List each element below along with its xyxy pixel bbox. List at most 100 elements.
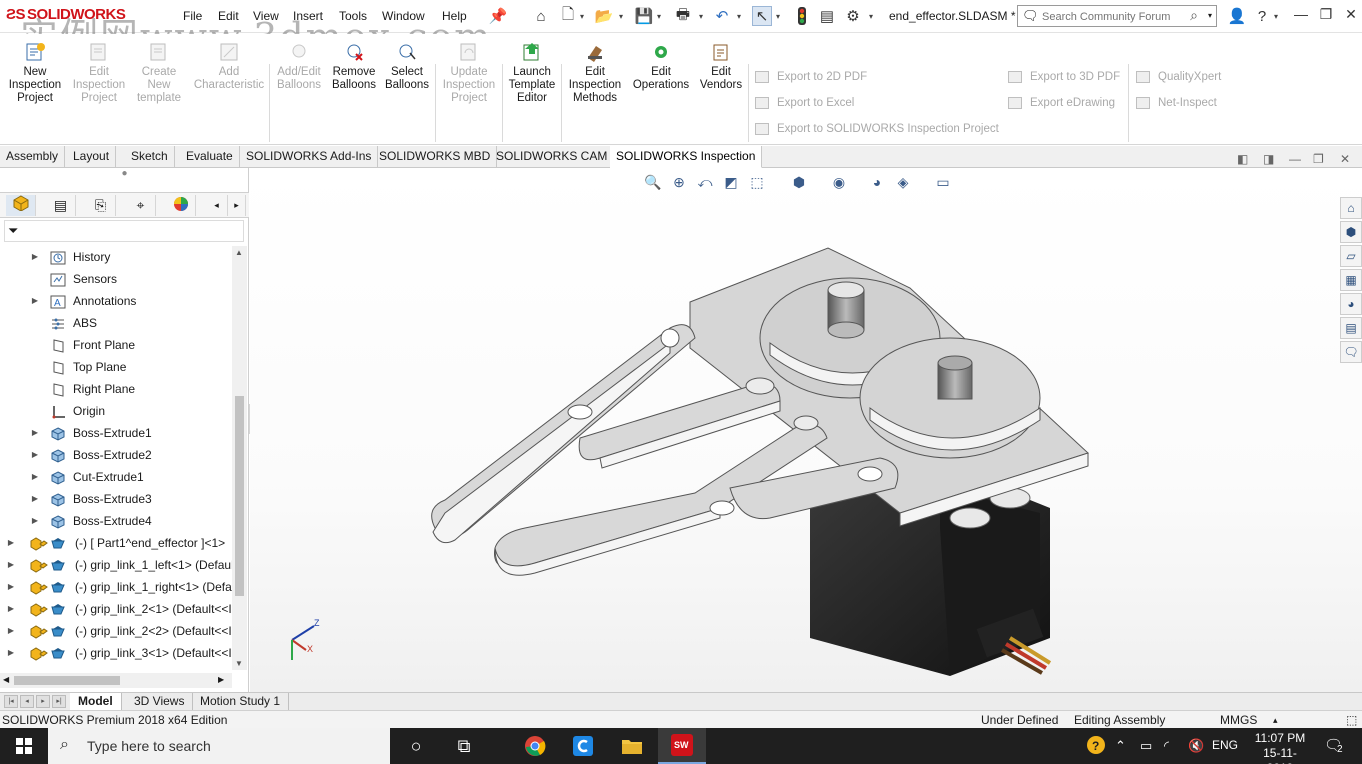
feature-manager-tab[interactable]	[6, 195, 36, 216]
search-input[interactable]	[1042, 9, 1192, 24]
file-explorer-icon[interactable]	[608, 728, 656, 764]
user-account-icon[interactable]: 👤	[1227, 6, 1247, 26]
tab-sketch[interactable]: Sketch	[125, 146, 175, 168]
apply-scene-icon[interactable]: ◈	[892, 172, 914, 192]
tab-model[interactable]: Model	[70, 693, 122, 711]
forum-icon[interactable]: 🗨	[1340, 341, 1362, 363]
scroll-left-icon[interactable]: ◀	[3, 675, 9, 684]
net-inspect-button[interactable]: Net-Inspect	[1136, 97, 1217, 109]
expand-chevron-icon[interactable]: ▶	[30, 290, 40, 312]
remove-balloons-button[interactable]: Remove Balloons	[328, 42, 380, 92]
dynamic-annotation-icon[interactable]: ⬚	[746, 172, 768, 192]
last-tab-icon[interactable]: ▸|	[52, 695, 66, 708]
tab-mbd[interactable]: SOLIDWORKS MBD	[373, 146, 498, 168]
tree-feature-row[interactable]: ▶ Cut-Extrude1	[0, 466, 232, 488]
tree-feature-row[interactable]: ▶ Boss-Extrude4	[0, 510, 232, 532]
expand-chevron-icon[interactable]: ▶	[30, 422, 40, 444]
home-icon[interactable]: ⌂	[531, 6, 551, 26]
new-dropdown-icon[interactable]: ▾	[580, 12, 584, 21]
viewport-tile-left-icon[interactable]: ◧	[1237, 152, 1248, 166]
design-library-icon[interactable]: ⬢	[1340, 221, 1362, 243]
open-folder-icon[interactable]: 📂	[594, 6, 614, 26]
restore-icon[interactable]: ❐	[1314, 6, 1338, 26]
custom-properties-icon[interactable]: ▤	[1340, 317, 1362, 339]
edit-appearance-icon[interactable]: ◕	[866, 172, 888, 192]
menu-edit[interactable]: Edit	[218, 9, 239, 23]
zoom-to-fit-icon[interactable]: 🔍	[642, 172, 664, 192]
tree-feature-row[interactable]: Front Plane	[0, 334, 232, 356]
menu-file[interactable]: File	[183, 9, 202, 23]
solidworks-taskbar-icon[interactable]: SW	[658, 728, 706, 764]
select-balloons-button[interactable]: Select Balloons	[382, 42, 432, 92]
help-tray-icon[interactable]: ?	[1086, 736, 1106, 758]
unit-dropdown-icon[interactable]: ▴	[1273, 715, 1278, 726]
print-icon[interactable]: 🖶	[673, 6, 693, 26]
property-manager-tab[interactable]: ▤	[46, 195, 76, 216]
export-inspection-project-button[interactable]: Export to SOLIDWORKS Inspection Project	[755, 123, 999, 135]
scroll-down-icon[interactable]: ▼	[235, 659, 243, 668]
scroll-up-icon[interactable]: ▲	[235, 248, 243, 257]
solidworks-resources-icon[interactable]: ⌂	[1340, 197, 1362, 219]
new-document-icon[interactable]: 🗋	[558, 6, 578, 26]
tree-component-row[interactable]: ▶ (-) grip_link_1_left<1> (Defaul	[0, 554, 232, 576]
view-settings-icon[interactable]: ▭	[932, 172, 954, 192]
tab-inspection[interactable]: SOLIDWORKS Inspection	[610, 146, 763, 168]
create-new-template-button[interactable]: Create New template	[130, 42, 188, 105]
taskbar-clock[interactable]: 11:07 PM 15-11-2019	[1250, 731, 1310, 764]
edit-vendors-button[interactable]: Edit Vendors	[697, 42, 745, 92]
tree-feature-row[interactable]: ▶ Boss-Extrude2	[0, 444, 232, 466]
tree-filter[interactable]: ⏷	[4, 220, 244, 242]
end-effector-model[interactable]: Z X	[250, 168, 1362, 692]
panel-grip[interactable]: ●	[0, 168, 249, 190]
hscroll-thumb[interactable]	[14, 676, 120, 685]
taskbar-search[interactable]: ⌕ Type here to search	[48, 728, 390, 764]
viewport-tile-right-icon[interactable]: ◨	[1263, 152, 1274, 166]
tree-component-row[interactable]: ▶ (-) grip_link_2<1> (Default<<I	[0, 598, 232, 620]
tree-feature-row[interactable]: Right Plane	[0, 378, 232, 400]
previous-view-icon[interactable]: ⤺	[694, 172, 716, 192]
tree-feature-row[interactable]: ▶ Boss-Extrude3	[0, 488, 232, 510]
tab-scroll-left[interactable]: ◂	[206, 195, 228, 216]
tree-component-row[interactable]: ▶ (-) [ Part1^end_effector ]<1>	[0, 532, 232, 554]
tab-cam[interactable]: SOLIDWORKS CAM	[490, 146, 615, 168]
update-inspection-project-button[interactable]: Update Inspection Project	[438, 42, 500, 105]
help-dropdown-icon[interactable]: ▾	[1274, 12, 1278, 21]
menu-insert[interactable]: Insert	[293, 9, 323, 23]
expand-chevron-icon[interactable]: ▶	[6, 598, 16, 620]
language-indicator[interactable]: ENG	[1212, 738, 1238, 752]
tab-evaluate[interactable]: Evaluate	[180, 146, 240, 168]
search-community-forum[interactable]: 🗨 ⌕ ▾	[1017, 5, 1217, 27]
options-gear-icon[interactable]: ⚙	[843, 6, 863, 26]
tab-layout[interactable]: Layout	[67, 146, 117, 168]
menu-view[interactable]: View	[253, 9, 279, 23]
save-icon[interactable]: 💾	[634, 6, 654, 26]
graphics-area[interactable]: Z X	[250, 168, 1362, 692]
tree-feature-row[interactable]: Top Plane	[0, 356, 232, 378]
expand-chevron-icon[interactable]: ▶	[6, 532, 16, 554]
solidworks-logo[interactable]: ƧS SOLIDWORKS	[6, 6, 126, 23]
export-edrawing-button[interactable]: Export eDrawing	[1008, 97, 1115, 109]
expand-chevron-icon[interactable]: ▶	[30, 488, 40, 510]
expand-chevron-icon[interactable]: ▶	[30, 466, 40, 488]
zoom-to-area-icon[interactable]: ⊕	[668, 172, 690, 192]
tree-feature-row[interactable]: ▶ History	[0, 246, 232, 268]
viewport-minimize-icon[interactable]: —	[1289, 152, 1301, 166]
file-explorer-icon[interactable]: ▱	[1340, 245, 1362, 267]
tree-feature-row[interactable]: ▶ A Annotations	[0, 290, 232, 312]
tree-feature-row[interactable]: Origin	[0, 400, 232, 422]
undo-dropdown-icon[interactable]: ▾	[737, 12, 741, 21]
menu-help[interactable]: Help	[442, 9, 467, 23]
unit-system[interactable]: MMGS	[1220, 713, 1257, 727]
tree-horizontal-scrollbar[interactable]: ◀ ▶	[0, 673, 232, 688]
tab-assembly[interactable]: Assembly	[0, 146, 66, 168]
next-tab-icon[interactable]: ▸	[36, 695, 50, 708]
export-3d-pdf-button[interactable]: Export to 3D PDF	[1008, 71, 1120, 83]
pin-icon[interactable]: 📌	[488, 6, 508, 26]
tab-motion-study[interactable]: Motion Study 1	[192, 693, 290, 711]
rebuild-icon[interactable]	[792, 6, 812, 26]
wifi-icon[interactable]: ◜	[1164, 738, 1169, 754]
open-dropdown-icon[interactable]: ▾	[619, 12, 623, 21]
tab-3d-views[interactable]: 3D Views	[126, 693, 194, 711]
previous-tab-icon[interactable]: ◂	[20, 695, 34, 708]
scroll-right-icon[interactable]: ▶	[218, 675, 224, 684]
